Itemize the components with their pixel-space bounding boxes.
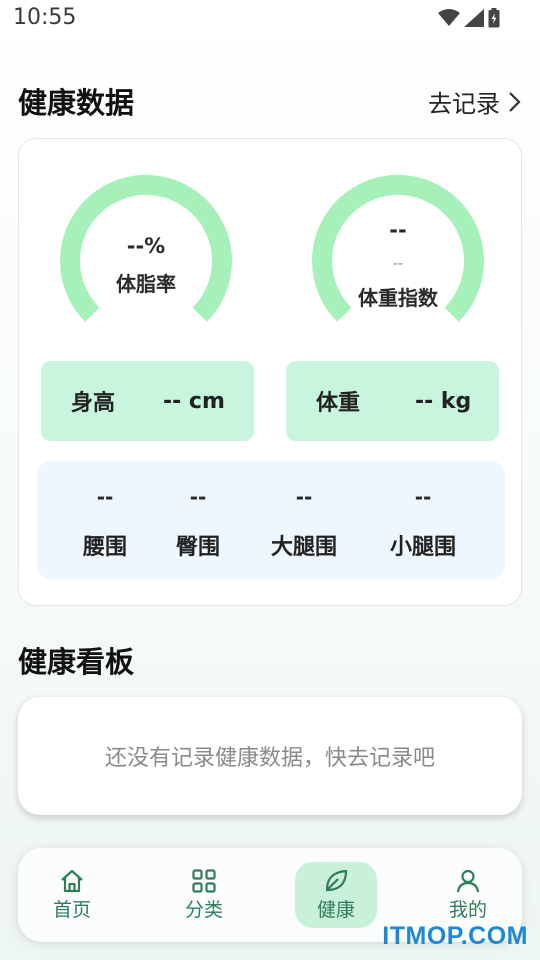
status-icons bbox=[438, 8, 500, 28]
body-fat-label: 体脂率 bbox=[116, 272, 176, 296]
battery-icon bbox=[488, 8, 500, 28]
signal-icon bbox=[464, 9, 484, 27]
weight-value: -- kg bbox=[415, 388, 472, 414]
bmi-gauge[interactable]: -- -- 体重指数 bbox=[311, 174, 485, 348]
go-record-link[interactable]: 去记录 bbox=[428, 84, 522, 119]
nav-health[interactable]: 健康 bbox=[295, 862, 377, 928]
nav-mine[interactable]: 我的 bbox=[427, 862, 509, 928]
body-fat-value: --% bbox=[126, 234, 166, 258]
nav-home-label: 首页 bbox=[52, 899, 91, 921]
grid-icon bbox=[192, 869, 216, 893]
watermark: ITMOP.COM bbox=[382, 922, 528, 950]
nav-category-label: 分类 bbox=[184, 899, 223, 921]
height-value: -- cm bbox=[163, 388, 225, 414]
wifi-icon bbox=[438, 9, 460, 26]
nav-mine-label: 我的 bbox=[448, 899, 487, 921]
chevron-right-icon bbox=[509, 91, 521, 112]
dashboard-card: 还没有记录健康数据，快去记录吧 bbox=[18, 697, 522, 815]
height-metric[interactable]: 身高 -- cm bbox=[41, 361, 254, 441]
home-icon bbox=[61, 869, 83, 893]
weight-label: 体重 bbox=[316, 391, 361, 416]
health-page: 10:55 健康数据 去记录 --% 体脂率 -- -- 体重指数 身高 -- … bbox=[0, 0, 540, 960]
hip-value: -- bbox=[189, 485, 207, 509]
calf-label: 小腿围 bbox=[389, 535, 456, 560]
dashboard-empty-text: 还没有记录健康数据，快去记录吧 bbox=[104, 746, 435, 771]
height-label: 身高 bbox=[71, 391, 116, 416]
nav-category[interactable]: 分类 bbox=[163, 862, 245, 928]
calf-value: -- bbox=[414, 485, 432, 509]
nav-health-label: 健康 bbox=[316, 899, 355, 921]
status-time: 10:55 bbox=[13, 5, 77, 30]
thigh-value: -- bbox=[295, 485, 313, 509]
weight-metric[interactable]: 体重 -- kg bbox=[286, 361, 499, 441]
body-fat-ring bbox=[60, 174, 232, 322]
user-icon bbox=[456, 869, 480, 893]
status-bar: 10:55 bbox=[0, 0, 540, 38]
body-fat-gauge[interactable]: --% 体脂率 bbox=[59, 174, 233, 348]
bmi-sub-value: -- bbox=[392, 256, 404, 272]
hip-label: 臀围 bbox=[175, 535, 220, 560]
bmi-label: 体重指数 bbox=[358, 286, 438, 310]
girth-panel: -- 腰围 -- 臀围 -- 大腿围 -- 小腿围 bbox=[37, 461, 505, 579]
nav-home[interactable]: 首页 bbox=[31, 862, 113, 928]
thigh-label: 大腿围 bbox=[270, 535, 337, 560]
dashboard-title: 健康看板 bbox=[18, 645, 135, 679]
health-data-card: --% 体脂率 -- -- 体重指数 身高 -- cm 体重 -- kg -- … bbox=[18, 138, 522, 606]
go-record-label: 去记录 bbox=[428, 90, 500, 118]
bmi-value: -- bbox=[389, 218, 407, 242]
health-data-title: 健康数据 bbox=[18, 86, 135, 120]
leaf-icon bbox=[325, 869, 348, 892]
